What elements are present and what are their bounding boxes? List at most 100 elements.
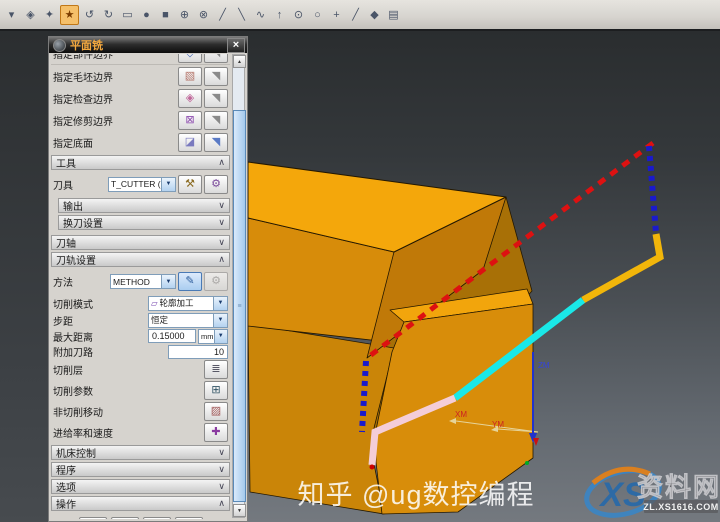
stepover-dropdown[interactable]: 恒定 ▼ xyxy=(148,313,228,328)
chevron-down-icon: ∨ xyxy=(218,217,225,228)
max-distance-unit-dropdown[interactable]: mm ▼ xyxy=(198,329,228,344)
stepover-label: 步距 xyxy=(53,313,148,328)
list-toolpath-button[interactable]: ▤ xyxy=(175,517,203,519)
additional-passes-label: 附加刀路 xyxy=(53,344,168,359)
cut-levels-button[interactable]: ≣ xyxy=(204,360,228,379)
additional-passes-input[interactable]: 10 xyxy=(168,345,228,359)
section-program[interactable]: 程序 ∨ xyxy=(51,462,230,477)
method-gear-button[interactable]: ⚙ xyxy=(204,272,228,291)
edit-method-button[interactable]: ✎ xyxy=(178,272,202,291)
section-tool[interactable]: 工具 ∧ xyxy=(51,155,230,170)
line-alt-icon[interactable]: ╲ xyxy=(233,6,250,24)
cut-pattern-dropdown[interactable]: ▱ 轮廓加工 ▼ xyxy=(148,296,228,311)
toolpath-end-point xyxy=(370,465,375,470)
selection-filter-icon[interactable]: ◈ xyxy=(22,6,39,24)
feeds-speeds-button[interactable]: ✚ xyxy=(204,423,228,442)
edit-tool-button[interactable]: ⚙ xyxy=(204,175,228,194)
spin-icon[interactable]: ⊗ xyxy=(195,6,212,24)
check-boundary-icon[interactable]: ◈ xyxy=(178,89,202,108)
trim-boundary-label: 指定修剪边界 xyxy=(53,113,176,128)
slash-icon[interactable]: ╱ xyxy=(347,6,364,24)
chevron-down-icon: ∨ xyxy=(218,237,225,248)
section-machine-control-label: 机床控制 xyxy=(56,445,96,460)
orbit-icon[interactable]: ⊕ xyxy=(176,6,193,24)
row-tool: 刀具 T_CUTTER ( ▼ ⚒ ⚙ xyxy=(51,172,230,196)
row-trim-boundary: 指定修剪边界 ⊠ ◥ xyxy=(51,109,230,131)
scrollbar-grip-icon: ≡ xyxy=(237,303,241,310)
generate-toolpath-button[interactable]: ⇩ xyxy=(79,517,107,519)
part-boundary-select-button[interactable]: ◥ xyxy=(204,54,228,63)
arrow-up-icon[interactable]: ↑ xyxy=(271,6,288,24)
cut-levels-label: 切削层 xyxy=(53,362,202,377)
floor-icon[interactable]: ◪ xyxy=(178,133,202,152)
check-boundary-select-button[interactable]: ◥ xyxy=(204,89,228,108)
section-tool-change[interactable]: 换刀设置 ∨ xyxy=(58,215,230,230)
point-circle-icon[interactable]: ⊙ xyxy=(290,6,307,24)
row-part-boundary-clipped: 指定部件边界 ◇ ◥ xyxy=(51,54,230,65)
render-sphere-icon[interactable]: ● xyxy=(138,6,155,24)
circle-icon[interactable]: ○ xyxy=(309,6,326,24)
section-actions[interactable]: 操作 ∧ xyxy=(51,496,230,511)
method-dropdown[interactable]: METHOD ▼ xyxy=(110,274,176,289)
method-label: 方法 xyxy=(53,274,110,289)
line-icon[interactable]: ╱ xyxy=(214,6,231,24)
snap-star-icon[interactable]: ★ xyxy=(60,5,79,25)
max-distance-input[interactable]: 0.15000 xyxy=(148,329,196,343)
section-tool-label: 工具 xyxy=(56,155,76,170)
scroll-up-icon[interactable]: ▲ xyxy=(233,55,246,68)
blank-boundary-select-button[interactable]: ◥ xyxy=(204,67,228,86)
new-tool-button[interactable]: ⚒ xyxy=(178,175,202,194)
chevron-up-icon: ∧ xyxy=(218,254,225,265)
verify-toolpath-button[interactable]: ✔ xyxy=(143,517,171,519)
chevron-down-icon: ∨ xyxy=(218,447,225,458)
plus-icon[interactable]: + xyxy=(328,6,345,24)
scroll-down-icon[interactable]: ▼ xyxy=(233,504,246,517)
section-path-settings-label: 刀轨设置 xyxy=(56,252,96,267)
row-stepover: 步距 恒定 ▼ xyxy=(51,312,230,328)
section-output[interactable]: 输出 ∨ xyxy=(58,198,230,213)
solid-body-icon[interactable]: ◆ xyxy=(366,6,383,24)
section-options[interactable]: 选项 ∨ xyxy=(51,479,230,494)
trim-boundary-icon[interactable]: ⊠ xyxy=(178,111,202,130)
section-output-label: 输出 xyxy=(63,198,83,213)
rotate-right-icon[interactable]: ↻ xyxy=(100,6,117,24)
part-boundary-label: 指定部件边界 xyxy=(53,54,176,61)
cut-pattern-label: 切削模式 xyxy=(53,296,148,311)
floor-select-button[interactable]: ◥ xyxy=(204,133,228,152)
trim-boundary-select-button[interactable]: ◥ xyxy=(204,111,228,130)
view-dropdown-icon[interactable]: ▾ xyxy=(3,6,20,24)
section-tool-axis[interactable]: 刀轴 ∨ xyxy=(51,235,230,250)
max-distance-unit: mm xyxy=(201,332,214,341)
scrollbar-thumb[interactable]: ≡ xyxy=(233,110,246,502)
tool-value: T_CUTTER ( xyxy=(111,179,161,189)
row-cut-levels: 切削层 ≣ xyxy=(51,359,230,380)
tool-dropdown[interactable]: T_CUTTER ( ▼ xyxy=(108,177,176,192)
section-path-settings[interactable]: 刀轨设置 ∧ xyxy=(51,252,230,267)
blank-boundary-icon[interactable]: ▧ xyxy=(178,67,202,86)
chevron-up-icon: ∧ xyxy=(218,498,225,509)
dialog-scrollbar[interactable]: ▲ ≡ ▼ xyxy=(232,54,245,518)
rectangle-select-icon[interactable]: ▭ xyxy=(119,6,136,24)
clipboard-icon[interactable]: ▤ xyxy=(385,6,402,24)
non-cutting-moves-button[interactable]: ▨ xyxy=(204,402,228,421)
shaded-view-icon[interactable]: ■ xyxy=(157,6,174,24)
axis-label-ym: YM xyxy=(492,420,504,429)
stepover-value: 恒定 xyxy=(151,314,168,326)
floor-label: 指定底面 xyxy=(53,135,176,150)
row-blank-boundary: 指定毛坯边界 ▧ ◥ xyxy=(51,65,230,87)
chevron-up-icon: ∧ xyxy=(218,157,225,168)
replay-toolpath-button[interactable]: ↺ xyxy=(111,517,139,519)
section-options-label: 选项 xyxy=(56,479,76,494)
chevron-down-icon: ∨ xyxy=(218,464,225,475)
close-icon[interactable]: × xyxy=(227,38,245,53)
cutting-params-button[interactable]: ⊞ xyxy=(204,381,228,400)
snap-point-icon[interactable]: ✦ xyxy=(41,6,58,24)
logo-site-name: 资料网 xyxy=(637,472,720,502)
rotate-left-icon[interactable]: ↺ xyxy=(81,6,98,24)
spline-icon[interactable]: ∿ xyxy=(252,6,269,24)
part-boundary-icon[interactable]: ◇ xyxy=(178,54,202,63)
row-max-distance: 最大距离 0.15000 mm ▼ xyxy=(51,328,230,344)
section-machine-control[interactable]: 机床控制 ∨ xyxy=(51,445,230,460)
dialog-title-bar[interactable]: 平面铣 × xyxy=(49,37,247,53)
chevron-down-icon: ▼ xyxy=(161,275,175,288)
